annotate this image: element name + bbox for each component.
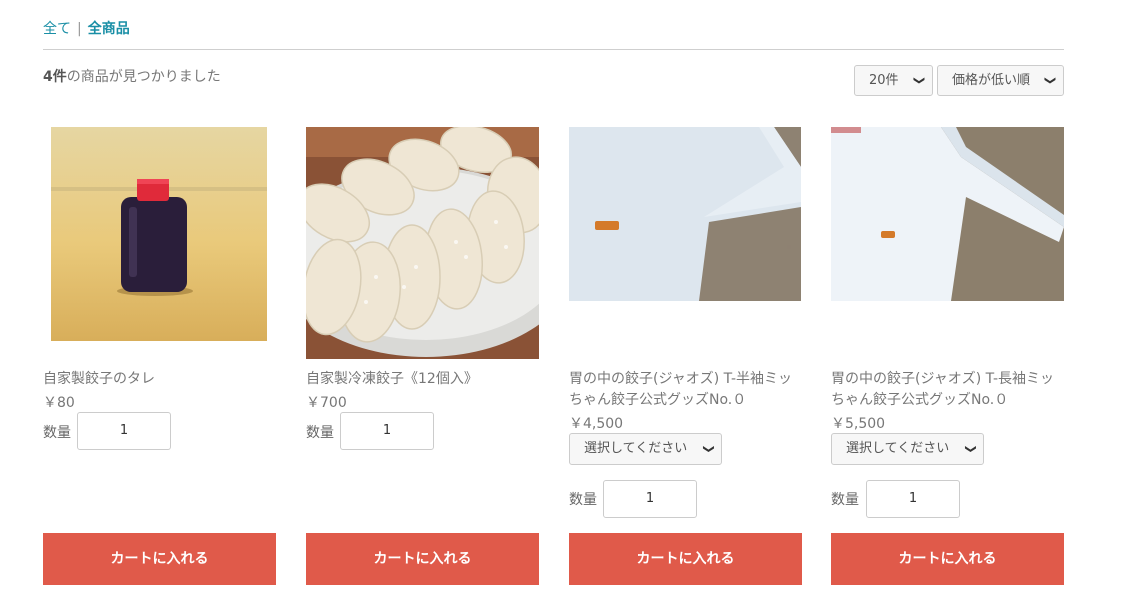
sort-select[interactable]: 価格が低い順 ❯ xyxy=(937,65,1064,96)
chevron-down-icon: ❯ xyxy=(912,75,926,86)
add-to-cart-button[interactable]: カートに入れる xyxy=(831,533,1064,585)
product-image-tshirt-long[interactable] xyxy=(831,127,1064,301)
variant-select-value: 選択してください xyxy=(584,441,688,456)
result-count-text: の商品が見つかりました xyxy=(66,69,221,85)
chevron-down-icon: ❯ xyxy=(964,444,978,454)
chevron-down-icon: ❯ xyxy=(1043,75,1057,86)
product-image-frozen-gyoza[interactable] xyxy=(306,127,539,359)
quantity-input[interactable]: 1 xyxy=(77,412,171,450)
breadcrumb: 全て | 全商品 xyxy=(43,18,130,38)
quantity-label: 数量 xyxy=(569,492,597,508)
add-to-cart-button[interactable]: カートに入れる xyxy=(569,533,802,585)
variant-select[interactable]: 選択してください ❯ xyxy=(831,433,984,465)
product-price: ￥5,500 xyxy=(831,416,886,432)
variant-select[interactable]: 選択してください ❯ xyxy=(569,433,722,465)
result-count-number: 4件 xyxy=(43,69,67,85)
quantity-input[interactable]: 1 xyxy=(340,412,434,450)
quantity-label: 数量 xyxy=(306,425,334,441)
product-price: ￥80 xyxy=(43,395,75,411)
sort-value: 価格が低い順 xyxy=(952,73,1031,88)
product-name[interactable]: 自家製冷凍餃子《12個入》 xyxy=(306,369,478,390)
breadcrumb-separator: | xyxy=(77,21,82,37)
quantity-input[interactable]: 1 xyxy=(603,480,697,518)
product-name[interactable]: 胃の中の餃子(ジャオズ) T-半袖ミッちゃん餃子公式グッズNo.０ xyxy=(569,369,805,411)
add-to-cart-button[interactable]: カートに入れる xyxy=(43,533,276,585)
product-price: ￥4,500 xyxy=(569,416,624,432)
add-to-cart-button[interactable]: カートに入れる xyxy=(306,533,539,585)
quantity-input[interactable]: 1 xyxy=(866,480,960,518)
breadcrumb-all-link[interactable]: 全て xyxy=(43,21,71,37)
result-count: 4件の商品が見つかりました xyxy=(43,66,221,86)
breadcrumb-current: 全商品 xyxy=(87,21,130,37)
product-name[interactable]: 自家製餃子のタレ xyxy=(43,369,155,390)
header-divider xyxy=(43,49,1064,50)
per-page-value: 20件 xyxy=(869,73,899,88)
product-price: ￥700 xyxy=(306,395,347,411)
product-name[interactable]: 胃の中の餃子(ジャオズ) T-長袖ミッちゃん餃子公式グッズNo.０ xyxy=(831,369,1067,411)
quantity-label: 数量 xyxy=(831,492,859,508)
quantity-label: 数量 xyxy=(43,425,71,441)
product-image-sauce[interactable] xyxy=(51,127,267,341)
variant-select-value: 選択してください xyxy=(846,441,950,456)
per-page-select[interactable]: 20件 ❯ xyxy=(854,65,933,96)
chevron-down-icon: ❯ xyxy=(702,444,716,454)
product-image-tshirt-short[interactable] xyxy=(569,127,801,301)
